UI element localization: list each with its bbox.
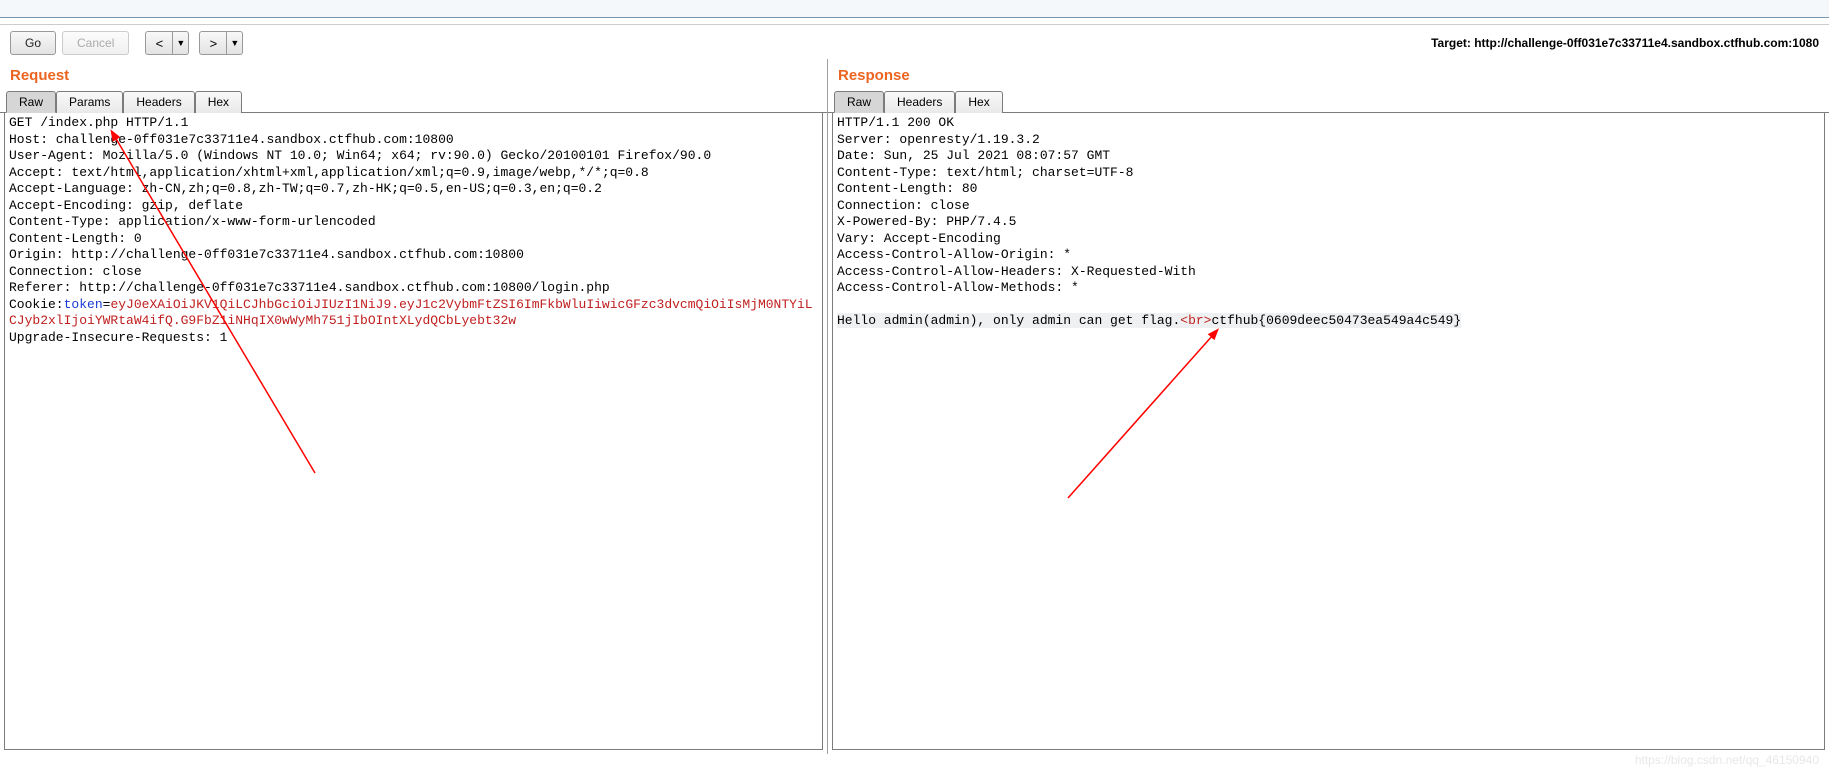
target-label: Target: http://challenge-0ff031e7c33711e… [1431,36,1819,50]
history-forward-dropdown[interactable]: ▼ [227,31,243,55]
watermark: https://blog.csdn.net/qq_46150940 [1635,753,1819,767]
target-prefix: Target: [1431,36,1474,50]
controls-row: Go Cancel < ▼ > ▼ Target: http://challen… [0,24,1829,59]
caret-down-icon: ▼ [230,38,239,48]
req-line: Host: challenge-0ff031e7c33711e4.sandbox… [9,132,454,147]
req-cookie-value: eyJ0eXAiOiJKV1QiLCJhbGciOiJIUzI1NiJ9.eyJ… [9,297,813,329]
request-title: Request [0,59,827,90]
resp-line: Vary: Accept-Encoding [837,231,1001,246]
req-line: Upgrade-Insecure-Requests: 1 [9,330,227,345]
window-tabstrip-gap [0,0,1829,18]
req-line: GET /index.php HTTP/1.1 [9,115,188,130]
resp-body-line: Hello admin(admin), only admin can get f… [837,313,1461,328]
tab-request-params[interactable]: Params [56,91,123,113]
history-back-dropdown[interactable]: ▼ [173,31,189,55]
response-editor-wrap: HTTP/1.1 200 OK Server: openresty/1.19.3… [832,113,1825,750]
resp-line: Date: Sun, 25 Jul 2021 08:07:57 GMT [837,148,1110,163]
history-back-group: < ▼ [145,31,189,55]
history-forward-group: > ▼ [199,31,243,55]
request-editor-wrap: GET /index.php HTTP/1.1 Host: challenge-… [4,113,823,750]
target-url: http://challenge-0ff031e7c33711e4.sandbo… [1474,36,1819,50]
chevron-left-icon: < [156,36,164,51]
tab-response-hex[interactable]: Hex [955,91,1002,113]
req-line: Accept-Language: zh-CN,zh;q=0.8,zh-TW;q=… [9,181,602,196]
req-cookie-prefix: Cookie: [9,297,64,312]
resp-line: Connection: close [837,198,970,213]
history-back-button[interactable]: < [145,31,173,55]
resp-body-before: Hello admin(admin), only admin can get f… [837,313,1180,328]
req-line: Accept: text/html,application/xhtml+xml,… [9,165,649,180]
request-tabs: Raw Params Headers Hex [0,90,827,113]
tab-response-raw[interactable]: Raw [834,91,884,113]
resp-line: Content-Type: text/html; charset=UTF-8 [837,165,1133,180]
req-cookie-name: token [64,297,103,312]
caret-down-icon: ▼ [176,38,185,48]
resp-line: HTTP/1.1 200 OK [837,115,954,130]
split-pane: Request Raw Params Headers Hex GET /inde… [0,59,1829,754]
tab-request-hex[interactable]: Hex [195,91,242,113]
cancel-button: Cancel [62,31,129,55]
response-editor[interactable]: HTTP/1.1 200 OK Server: openresty/1.19.3… [833,113,1824,749]
resp-body-after: ctfhub{0609deec50473ea549a4c549} [1211,313,1461,328]
history-forward-button[interactable]: > [199,31,227,55]
resp-line: X-Powered-By: PHP/7.4.5 [837,214,1016,229]
go-button[interactable]: Go [10,31,56,55]
resp-line: Access-Control-Allow-Origin: * [837,247,1071,262]
req-line: Connection: close [9,264,142,279]
req-line: User-Agent: Mozilla/5.0 (Windows NT 10.0… [9,148,711,163]
request-pane: Request Raw Params Headers Hex GET /inde… [0,59,828,754]
response-tabs: Raw Headers Hex [828,90,1829,113]
response-title: Response [828,59,1829,90]
tab-request-headers[interactable]: Headers [123,91,194,113]
req-line: Content-Length: 0 [9,231,142,246]
resp-line: Server: openresty/1.19.3.2 [837,132,1040,147]
resp-line: Access-Control-Allow-Methods: * [837,280,1079,295]
resp-line: Access-Control-Allow-Headers: X-Requeste… [837,264,1196,279]
chevron-right-icon: > [210,36,218,51]
request-editor[interactable]: GET /index.php HTTP/1.1 Host: challenge-… [5,113,822,749]
tab-response-headers[interactable]: Headers [884,91,955,113]
req-line: Content-Type: application/x-www-form-url… [9,214,376,229]
resp-line: Content-Length: 80 [837,181,977,196]
tab-request-raw[interactable]: Raw [6,91,56,113]
response-pane: Response Raw Headers Hex HTTP/1.1 200 OK… [828,59,1829,754]
req-line: Accept-Encoding: gzip, deflate [9,198,243,213]
req-line: Referer: http://challenge-0ff031e7c33711… [9,280,610,295]
req-line: Origin: http://challenge-0ff031e7c33711e… [9,247,524,262]
resp-body-br: <br> [1180,313,1211,328]
